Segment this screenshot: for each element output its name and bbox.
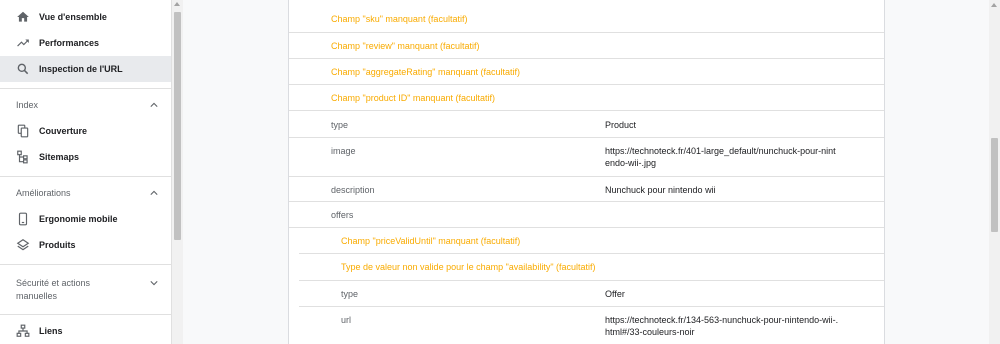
warning-row: Champ "review" manquant (facultatif) bbox=[289, 33, 884, 59]
property-value: https://technoteck.fr/134-563-nunchuck-p… bbox=[605, 314, 865, 338]
warning-row: Champ "aggregateRating" manquant (facult… bbox=[289, 59, 884, 85]
section-title-ameliorations[interactable]: Améliorations bbox=[16, 188, 71, 198]
trending-up-icon bbox=[16, 36, 30, 50]
sidebar-item-coverage[interactable]: Couverture bbox=[0, 118, 171, 144]
chevron-up-icon[interactable] bbox=[150, 189, 158, 197]
sidebar-item-sitemaps[interactable]: Sitemaps bbox=[0, 144, 171, 170]
app: Vue d'ensemble Performances Inspection d… bbox=[0, 0, 1000, 344]
divider bbox=[0, 314, 171, 315]
property-key: image bbox=[331, 146, 356, 156]
property-key: offers bbox=[331, 210, 354, 220]
property-value: Product bbox=[605, 120, 637, 130]
property-value: https://technoteck.fr/401-large_default/… bbox=[605, 145, 865, 169]
property-row-url: url https://technoteck.fr/134-563-nunchu… bbox=[299, 307, 884, 344]
scrollbar-thumb[interactable] bbox=[174, 12, 181, 240]
property-row-offer-type: type Offer bbox=[299, 281, 884, 307]
property-row-type: type Product bbox=[289, 111, 884, 138]
links-icon bbox=[16, 324, 30, 338]
sidebar-item-label: Vue d'ensemble bbox=[39, 12, 107, 22]
scroll-up-arrow-icon[interactable] bbox=[991, 3, 997, 7]
property-key: type bbox=[341, 289, 359, 299]
section-title-line: Sécurité et actions bbox=[16, 278, 91, 288]
divider bbox=[0, 264, 171, 265]
sidebar-item-label: Ergonomie mobile bbox=[39, 214, 118, 224]
sidebar-item-mobile-usability[interactable]: Ergonomie mobile bbox=[0, 206, 171, 232]
property-key: url bbox=[341, 315, 352, 325]
sidebar-item-url-inspection[interactable]: Inspection de l'URL bbox=[0, 56, 171, 82]
property-value-line: https://technoteck.fr/401-large_default/… bbox=[605, 146, 836, 156]
copy-icon bbox=[16, 124, 30, 138]
sidebar: Vue d'ensemble Performances Inspection d… bbox=[0, 0, 172, 344]
sidebar-item-label: Sitemaps bbox=[39, 152, 80, 162]
chevron-up-icon[interactable] bbox=[150, 101, 158, 109]
warning-text: Champ "product ID" manquant (facultatif) bbox=[331, 93, 495, 103]
sidebar-item-label: Performances bbox=[39, 38, 100, 48]
warning-row: Champ "product ID" manquant (facultatif) bbox=[289, 85, 884, 111]
divider bbox=[0, 88, 171, 89]
chevron-down-icon[interactable] bbox=[150, 279, 158, 287]
property-value-line: html#/33-couleurs-noir bbox=[605, 327, 695, 337]
warning-text: Champ "aggregateRating" manquant (facult… bbox=[331, 67, 520, 77]
sidebar-item-label: Inspection de l'URL bbox=[39, 64, 123, 74]
warning-text: Champ "sku" manquant (facultatif) bbox=[331, 14, 468, 24]
warning-row: Champ "sku" manquant (facultatif) bbox=[289, 0, 884, 33]
sidebar-item-overview[interactable]: Vue d'ensemble bbox=[0, 4, 171, 30]
section-title-line: manuelles bbox=[16, 291, 58, 301]
sidebar-item-products[interactable]: Produits bbox=[0, 232, 171, 258]
sidebar-item-links[interactable]: Liens bbox=[0, 318, 171, 344]
property-key: description bbox=[331, 185, 375, 195]
divider bbox=[0, 176, 171, 177]
property-row-image: image https://technoteck.fr/401-large_de… bbox=[289, 138, 884, 177]
scroll-up-arrow-icon[interactable] bbox=[174, 2, 180, 6]
warning-row: Champ "priceValidUntil" manquant (facult… bbox=[299, 228, 884, 254]
warning-text: Champ "review" manquant (facultatif) bbox=[331, 41, 480, 51]
property-value: Nunchuck pour nintendo wii bbox=[605, 185, 716, 195]
property-value-line: endo-wii-.jpg bbox=[605, 158, 657, 168]
search-icon bbox=[16, 62, 30, 76]
warning-text: Type de valeur non valide pour le champ … bbox=[341, 262, 596, 272]
warning-row: Type de valeur non valide pour le champ … bbox=[299, 254, 884, 281]
sidebar-item-label: Liens bbox=[39, 326, 63, 336]
section-title-security[interactable]: Sécurité et actions manuelles bbox=[16, 277, 90, 303]
sidebar-item-performances[interactable]: Performances bbox=[0, 30, 171, 56]
scrollbar-thumb[interactable] bbox=[991, 138, 998, 232]
sidebar-item-label: Produits bbox=[39, 240, 76, 250]
layers-icon bbox=[16, 238, 30, 252]
sidebar-item-label: Couverture bbox=[39, 126, 88, 136]
main-scrollbar[interactable] bbox=[989, 0, 1000, 344]
sitemap-icon bbox=[16, 150, 30, 164]
property-value-line: https://technoteck.fr/134-563-nunchuck-p… bbox=[605, 315, 839, 325]
home-icon bbox=[16, 10, 30, 24]
warning-text: Champ "priceValidUntil" manquant (facult… bbox=[341, 236, 521, 246]
property-row-offers: offers bbox=[289, 202, 884, 228]
property-key: type bbox=[331, 120, 349, 130]
smartphone-icon bbox=[16, 212, 30, 226]
section-title-index[interactable]: Index bbox=[16, 100, 38, 110]
structured-data-details: Champ "sku" manquant (facultatif) Champ … bbox=[288, 0, 885, 344]
property-row-description: description Nunchuck pour nintendo wii bbox=[289, 177, 884, 202]
property-value: Offer bbox=[605, 289, 625, 299]
sidebar-scrollbar[interactable] bbox=[172, 0, 183, 344]
